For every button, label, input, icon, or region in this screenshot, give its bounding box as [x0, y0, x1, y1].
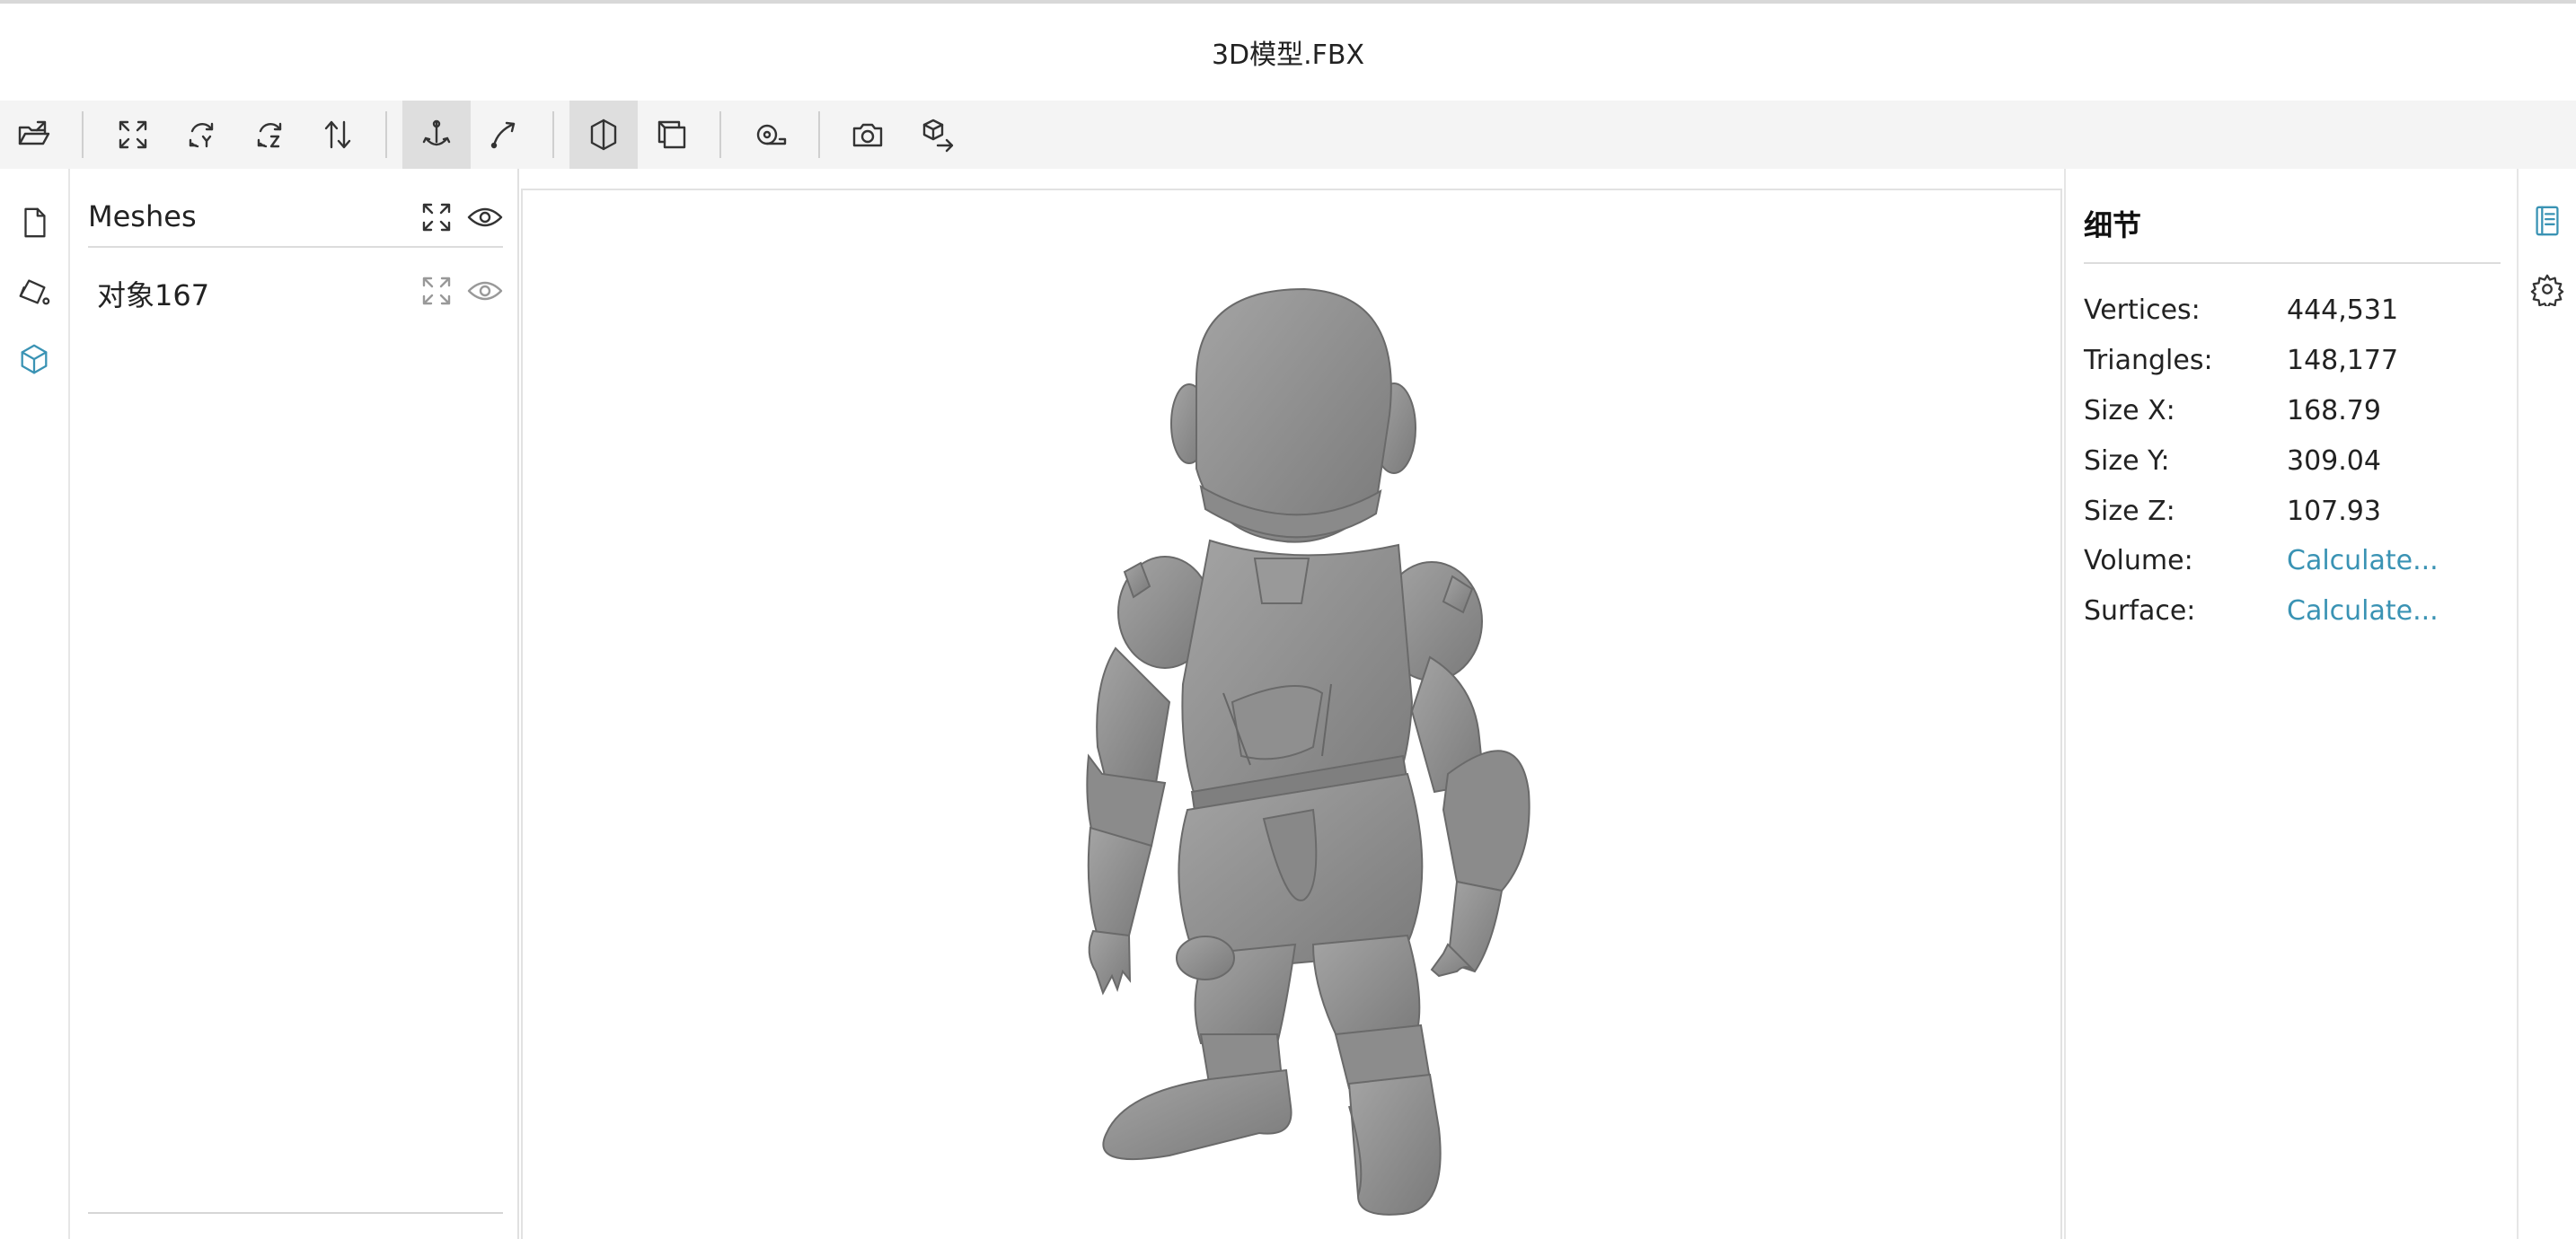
toolbar-separator	[385, 111, 387, 158]
fit-all-meshes-button[interactable]	[419, 199, 454, 235]
flip-vertical-icon	[324, 120, 351, 149]
rotate-y-icon	[189, 122, 214, 148]
detail-key: Triangles:	[2084, 345, 2213, 376]
export-model-icon	[922, 119, 954, 153]
right-rail	[2517, 169, 2576, 1239]
toolbar-separator	[82, 111, 84, 158]
expand-icon	[119, 120, 147, 149]
detail-value: 168.79	[2287, 395, 2381, 426]
expand-icon	[422, 203, 451, 232]
rail-files-button[interactable]	[0, 189, 68, 257]
toggle-mesh-visibility-button[interactable]	[467, 273, 503, 309]
cube-icon	[21, 344, 48, 374]
rail-settings-button[interactable]	[2519, 255, 2576, 323]
detail-value: 444,531	[2287, 294, 2399, 326]
details-title: 细节	[2084, 208, 2142, 242]
free-orbit-button[interactable]	[471, 101, 539, 169]
detail-row-vertices: Vertices: 444,531	[2084, 287, 2501, 332]
file-icon	[24, 207, 46, 238]
detail-key: Vertices:	[2084, 294, 2201, 326]
meshes-panel-divider	[88, 1212, 503, 1214]
details-divider	[2084, 262, 2501, 264]
edges-button[interactable]	[638, 101, 706, 169]
3d-model-render	[1086, 287, 1531, 1216]
rail-details-button[interactable]	[2519, 187, 2576, 255]
calculate-volume-link[interactable]: Calculate...	[2287, 545, 2439, 576]
tape-measure-icon	[756, 124, 787, 145]
free-orbit-icon	[490, 121, 516, 149]
detail-key: Size Y:	[2084, 445, 2170, 477]
open-file-button[interactable]	[0, 101, 68, 169]
edges-icon	[657, 120, 686, 149]
set-up-y-button[interactable]	[167, 101, 235, 169]
eye-icon	[467, 207, 503, 227]
fixed-axis-icon	[422, 119, 451, 146]
details-panel: 细节 Vertices: 444,531 Triangles: 148,177 …	[2064, 169, 2517, 1239]
rail-meshes-button[interactable]	[0, 325, 68, 393]
toolbar-separator	[818, 111, 820, 158]
set-up-z-button[interactable]	[235, 101, 304, 169]
open-folder-icon	[18, 120, 50, 145]
eye-icon	[467, 281, 503, 301]
detail-key: Size X:	[2084, 395, 2175, 426]
snapshot-button[interactable]	[834, 101, 902, 169]
rail-materials-button[interactable]	[0, 257, 68, 325]
camera-icon	[852, 123, 883, 147]
fit-mesh-button[interactable]	[419, 273, 454, 309]
left-rail	[0, 169, 70, 1239]
shading-button[interactable]	[569, 101, 638, 169]
mesh-item-label: 对象167	[97, 278, 210, 312]
fit-to-window-button[interactable]	[99, 101, 167, 169]
detail-key: Volume:	[2084, 545, 2193, 576]
rotate-z-icon	[257, 122, 282, 148]
detail-row-volume: Volume: Calculate...	[2084, 538, 2501, 583]
meshes-panel-header: Meshes	[88, 189, 503, 248]
toolbar-separator	[552, 111, 554, 158]
window-title: 3D模型.FBX	[1211, 40, 1365, 71]
toolbar-separator	[719, 111, 721, 158]
detail-value: 309.04	[2287, 445, 2381, 477]
meshes-panel: Meshes 对象167	[72, 169, 519, 1239]
calculate-surface-link[interactable]: Calculate...	[2287, 595, 2439, 627]
export-button[interactable]	[904, 101, 972, 169]
detail-row-size-y: Size Y: 309.04	[2084, 438, 2501, 483]
detail-value: 148,177	[2287, 345, 2399, 376]
flip-up-button[interactable]	[304, 101, 372, 169]
detail-row-size-x: Size X: 168.79	[2084, 388, 2501, 433]
detail-key: Size Z:	[2084, 496, 2175, 527]
detail-key: Surface:	[2084, 595, 2196, 627]
toggle-all-meshes-visibility-button[interactable]	[467, 199, 503, 235]
detail-row-size-z: Size Z: 107.93	[2084, 488, 2501, 533]
detail-row-triangles: Triangles: 148,177	[2084, 338, 2501, 382]
materials-icon	[19, 279, 50, 305]
details-icon	[2536, 206, 2559, 236]
gear-icon	[2530, 274, 2564, 306]
toolbar	[0, 101, 2576, 169]
3d-viewport[interactable]	[521, 189, 2062, 1239]
detail-value: 107.93	[2287, 496, 2381, 527]
fixed-up-vector-button[interactable]	[402, 101, 471, 169]
detail-row-surface: Surface: Calculate...	[2084, 588, 2501, 633]
mesh-list-item[interactable]: 对象167	[88, 262, 503, 320]
expand-icon	[422, 277, 451, 305]
meshes-panel-title: Meshes	[88, 199, 197, 233]
shading-icon	[590, 119, 617, 151]
measure-button[interactable]	[737, 101, 805, 169]
